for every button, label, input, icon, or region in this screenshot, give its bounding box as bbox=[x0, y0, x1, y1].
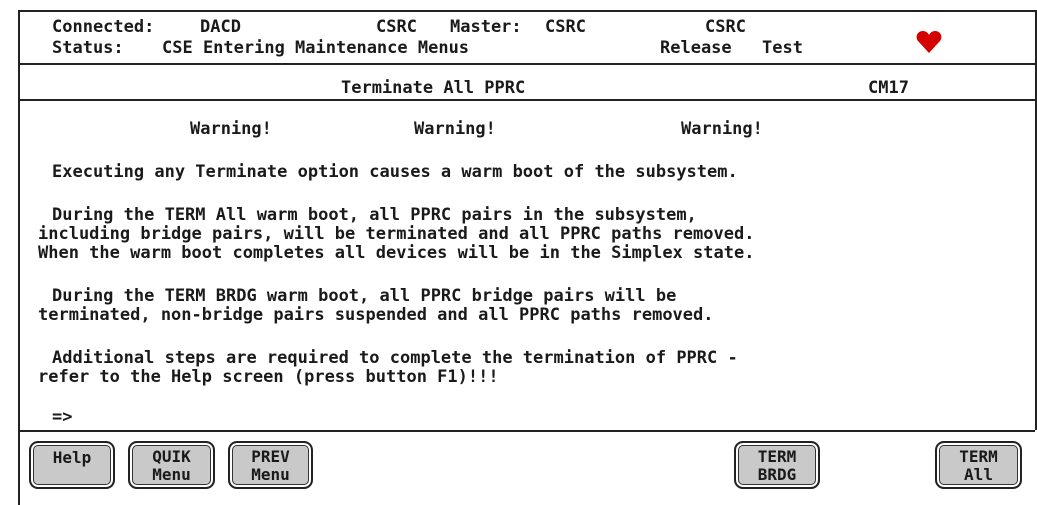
heart-icon bbox=[916, 31, 942, 53]
screen-title: Terminate All PPRC bbox=[341, 78, 526, 98]
term-brdg-button[interactable]: TERM BRDG bbox=[734, 441, 820, 489]
screen-id: CM17 bbox=[868, 78, 909, 98]
quik-menu-label-1: QUIK bbox=[152, 447, 191, 466]
release-label: Release bbox=[660, 38, 732, 58]
term-all-button[interactable]: TERM All bbox=[935, 441, 1022, 489]
prev-menu-label-1: PREV bbox=[251, 447, 290, 466]
body-line: When the warm boot completes all devices… bbox=[38, 243, 755, 263]
term-all-label-1: TERM bbox=[959, 447, 998, 466]
help-button[interactable]: Help bbox=[29, 441, 115, 489]
quik-menu-button[interactable]: QUIK Menu bbox=[128, 441, 215, 489]
prev-menu-button[interactable]: PREV Menu bbox=[228, 441, 313, 489]
test-label: Test bbox=[762, 38, 803, 58]
body-line: During the TERM BRDG warm boot, all PPRC… bbox=[52, 286, 677, 306]
term-brdg-label-2: BRDG bbox=[757, 465, 797, 484]
title-divider bbox=[20, 99, 1035, 101]
body-line: Executing any Terminate option causes a … bbox=[52, 162, 738, 182]
status-label: Status: bbox=[52, 38, 124, 58]
term-all-label-2: All bbox=[964, 465, 993, 484]
status-value: CSE Entering Maintenance Menus bbox=[162, 38, 470, 58]
master-value: CSRC bbox=[545, 17, 586, 37]
footer-divider bbox=[20, 430, 1035, 432]
frame-left-edge bbox=[18, 430, 20, 505]
connected-value: DACD bbox=[200, 17, 241, 37]
command-prompt[interactable]: => bbox=[52, 409, 72, 426]
master-label: Master: bbox=[450, 17, 522, 37]
csrc-value: CSRC bbox=[705, 17, 746, 37]
body-line: refer to the Help screen (press button F… bbox=[38, 367, 499, 387]
warning-text-1: Warning! bbox=[190, 119, 272, 139]
header-divider bbox=[20, 63, 1035, 65]
term-brdg-label-1: TERM bbox=[757, 447, 797, 466]
warning-text-2: Warning! bbox=[414, 119, 496, 139]
body-line: Additional steps are required to complet… bbox=[52, 348, 738, 368]
body-line: including bridge pairs, will be terminat… bbox=[38, 224, 755, 244]
prev-menu-label-2: Menu bbox=[251, 465, 290, 484]
warning-text-3: Warning! bbox=[681, 119, 763, 139]
quik-menu-label-2: Menu bbox=[152, 465, 191, 484]
body-line: During the TERM All warm boot, all PPRC … bbox=[52, 205, 697, 225]
help-button-label: Help bbox=[52, 448, 92, 467]
body-line: terminated, non-bridge pairs suspended a… bbox=[38, 305, 714, 325]
connected-label: Connected: bbox=[52, 17, 155, 37]
csrc-label: CSRC bbox=[376, 17, 417, 37]
